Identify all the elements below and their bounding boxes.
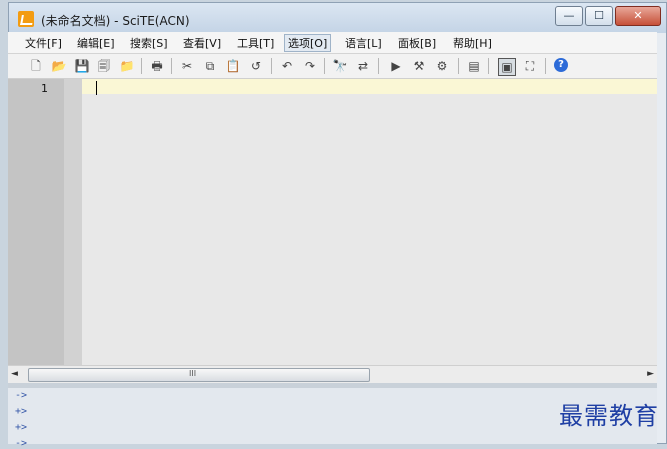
output-line: +> [15,422,28,433]
watermark: 最需教育 [559,402,659,430]
menu-language[interactable]: 语言[L] [342,35,385,51]
fold-margin[interactable] [64,79,82,365]
output-line: -> [15,390,28,401]
scroll-left-arrow-icon[interactable]: ◄ [11,369,18,379]
toolbar: 🗋 📂 💾 🗐 📁 🖶 ✂ ⧉ 📋 ↺ ↶ ↷ 🔭 ⇄ ▶ ⚒ ⚙ ▤ ▣ ⛶ … [8,54,657,79]
print-icon[interactable]: 🖶 [149,58,165,74]
fullscreen-icon[interactable]: ⛶ [522,58,538,74]
menu-options[interactable]: 选项[O] [284,34,332,52]
menu-tools[interactable]: 工具[T] [234,35,277,51]
scite-app-icon [18,11,34,27]
undo-icon[interactable]: ↶ [279,58,295,74]
scroll-right-arrow-icon[interactable]: ► [647,369,654,379]
maximize-button[interactable]: ☐ [585,6,613,26]
output-line: +> [15,406,28,417]
current-line-highlight [82,79,657,94]
text-caret [96,81,97,95]
menu-bar: 文件[F] 编辑[E] 搜索[S] 查看[V] 工具[T] 选项[O] 语言[L… [8,32,657,54]
scrollbar-thumb[interactable]: III [28,368,370,382]
title-bar[interactable]: (未命名文档) - SciTE(ACN) — ☐ ✕ [9,3,666,33]
help-icon[interactable]: ? [554,58,568,72]
compile-icon[interactable]: ⚙ [434,58,450,74]
window-title: (未命名文档) - SciTE(ACN) [41,14,190,28]
copy-icon[interactable]: ⧉ [202,58,218,74]
paste-icon[interactable]: 📋 [225,58,241,74]
editor-pane[interactable]: 1 [8,79,657,365]
save-all-icon[interactable]: 🗐 [96,58,112,74]
run-icon[interactable]: ▶ [388,58,404,74]
find-icon[interactable]: 🔭 [332,58,348,74]
menu-file[interactable]: 文件[F] [22,35,65,51]
delete-icon[interactable]: ↺ [248,58,264,74]
toolbar-separator [324,58,325,74]
menu-view[interactable]: 查看[V] [180,35,224,51]
save-icon[interactable]: 💾 [74,58,90,74]
horizontal-scrollbar[interactable]: ◄ III ► [8,365,657,383]
minimize-button[interactable]: — [555,6,583,26]
redo-icon[interactable]: ↷ [302,58,318,74]
menu-help[interactable]: 帮助[H] [450,35,495,51]
line-number-gutter: 1 [8,79,64,365]
menu-edit[interactable]: 编辑[E] [74,35,118,51]
toolbar-separator [141,58,142,74]
build-icon[interactable]: ⚒ [411,58,427,74]
toolbar-separator [378,58,379,74]
close-button[interactable]: ✕ [615,6,661,26]
menu-panel[interactable]: 面板[B] [395,35,439,51]
open-folder-alt-icon[interactable]: 📁 [119,58,135,74]
new-file-icon[interactable]: 🗋 [28,58,44,74]
toolbar-separator [488,58,489,74]
toolbar-separator [171,58,172,74]
toolbar-separator [458,58,459,74]
open-folder-icon[interactable]: 📂 [51,58,67,74]
cut-icon[interactable]: ✂ [179,58,195,74]
scrollbar-grip-icon: III [189,369,197,378]
menu-search[interactable]: 搜索[S] [127,35,171,51]
toolbar-separator [271,58,272,74]
line-number: 1 [41,82,48,95]
console-icon[interactable]: ▣ [498,58,516,76]
toolbar-separator [545,58,546,74]
panel-icon[interactable]: ▤ [466,58,482,74]
replace-icon[interactable]: ⇄ [355,58,371,74]
